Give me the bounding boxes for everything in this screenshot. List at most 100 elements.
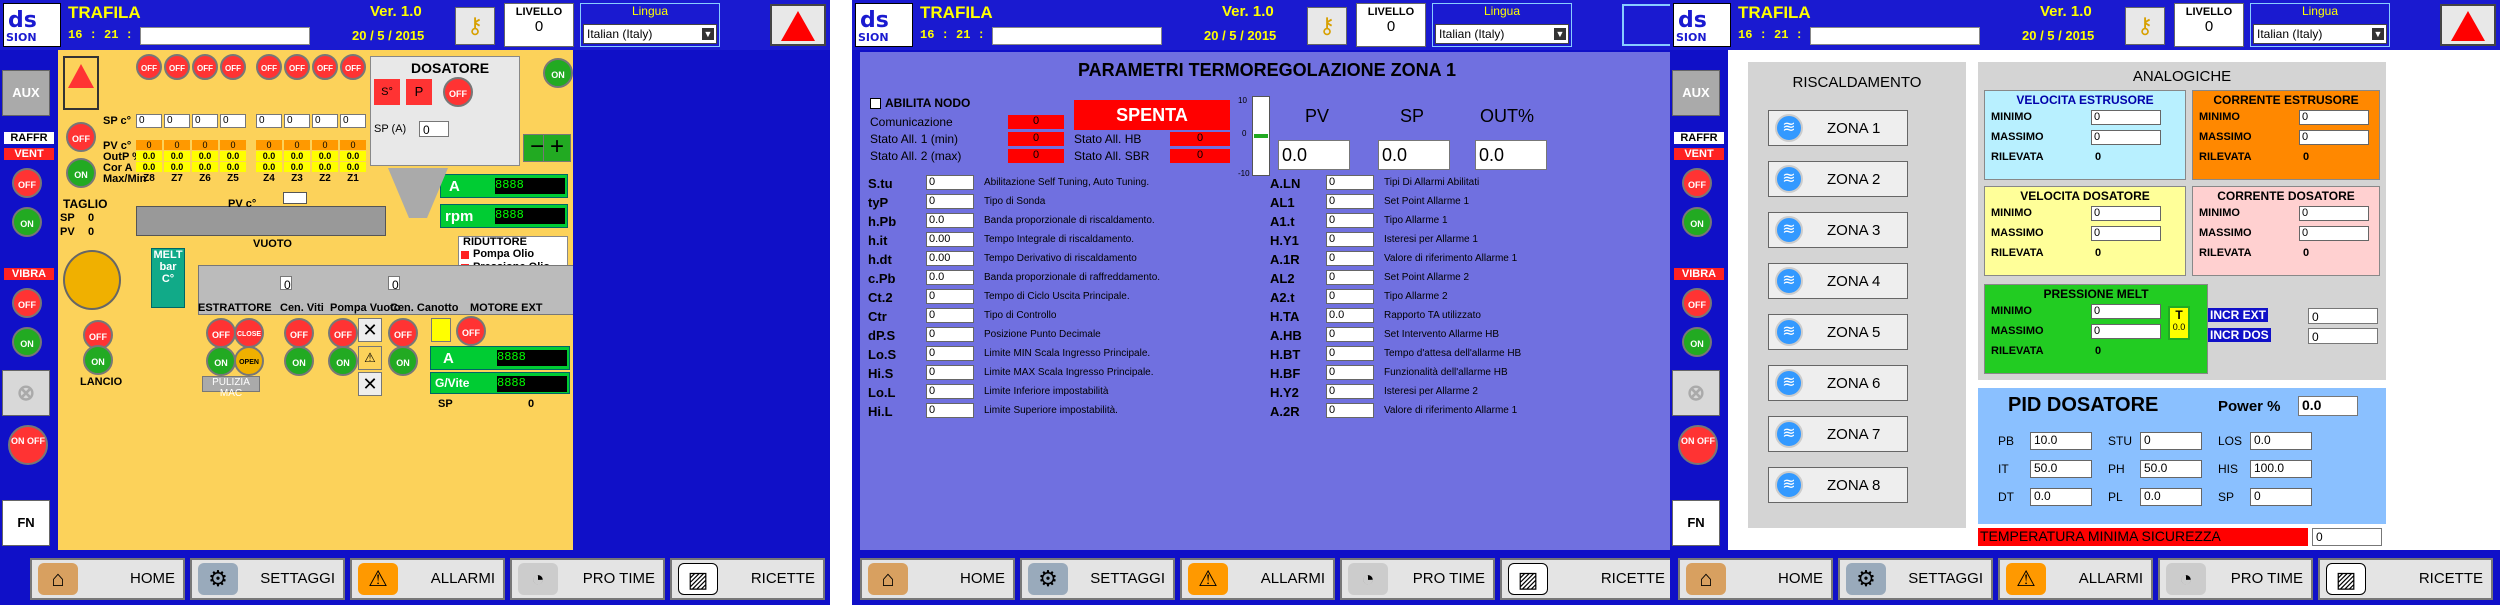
param-input[interactable]: 0 [1326,270,1374,285]
pid-param-input[interactable]: 50.0 [2030,460,2092,478]
vent-off-button[interactable]: OFF [1682,168,1712,198]
param-input[interactable]: 0 [1326,384,1374,399]
param-input[interactable]: 0 [1326,251,1374,266]
zone-sp-input[interactable]: 0 [136,114,162,128]
analog-minimo-input[interactable]: 0 [2091,110,2161,125]
param-input[interactable]: 0.0 [1326,308,1374,323]
vuoto-on-button[interactable]: ON [328,346,358,376]
s-button[interactable]: S° [374,79,400,105]
settaggi-button[interactable]: ⚙ SETTAGGI [1838,558,1993,600]
vent-off-button[interactable]: OFF [12,168,42,198]
analog-massimo-input[interactable]: 0 [2299,130,2369,145]
analog-massimo-input[interactable]: 0 [2091,130,2161,145]
taglio-off-button[interactable]: OFF [66,122,96,152]
analog-massimo-input[interactable]: 0 [2299,226,2369,241]
analog-massimo-input[interactable]: 0 [2091,324,2161,339]
pro-time-button[interactable]: ◔ PRO TIME [510,558,665,600]
vibra-on-button[interactable]: ON [12,327,42,357]
zone-button[interactable]: ≋ ZONA 7 [1768,416,1908,452]
zone-button[interactable]: ≋ ZONA 5 [1768,314,1908,350]
analog-minimo-input[interactable]: 0 [2091,206,2161,221]
zone-sp-input[interactable]: 0 [284,114,310,128]
fn-button[interactable]: FN [2,500,50,546]
param-input[interactable]: 0 [926,346,974,361]
disable-icon[interactable]: ✕ [358,318,382,342]
allarmi-button[interactable]: ⚠ ALLARMI [350,558,505,600]
param-input[interactable]: 0 [1326,194,1374,209]
cen-viti-on-button[interactable]: ON [284,346,314,376]
key-icon[interactable]: ⚷ [455,7,495,45]
home-button[interactable]: ⌂ HOME [30,558,185,600]
on-off-button[interactable]: ON OFF [1678,425,1718,465]
lancio-on-button[interactable]: ON [83,345,113,375]
open-button[interactable]: OPEN [234,346,264,376]
key-icon[interactable]: ⚷ [1307,7,1347,45]
temp-min-input[interactable]: 0 [2312,528,2382,546]
vuoto-off-button[interactable]: OFF [328,318,358,348]
pid-param-input[interactable]: 0 [2250,488,2312,506]
fn-button[interactable]: FN [1672,500,1720,546]
allarmi-button[interactable]: ⚠ ALLARMI [1998,558,2153,600]
param-input[interactable]: 0 [1326,346,1374,361]
pid-param-input[interactable]: 0.0 [2250,432,2312,450]
zone-off-button[interactable]: OFF [256,54,282,80]
zone-off-button[interactable]: OFF [136,54,162,80]
param-input[interactable]: 0 [1326,289,1374,304]
mold-on-button[interactable]: ON [206,346,236,376]
close-button[interactable]: CLOSE [234,318,264,348]
vibra-on-button[interactable]: ON [1682,327,1712,357]
home-button[interactable]: ⌂ HOME [1678,558,1833,600]
pid-param-input[interactable]: 0.0 [2140,488,2202,506]
param-input[interactable]: 0 [926,327,974,342]
param-input[interactable]: 0 [926,384,974,399]
pulizia-mac-button[interactable]: PULIZIA MAC [202,376,260,399]
zone-off-button[interactable]: OFF [340,54,366,80]
alarm-button[interactable] [2440,4,2496,46]
param-input[interactable]: 0 [926,365,974,380]
taglio-on-button[interactable]: ON [66,158,96,188]
settaggi-button[interactable]: ⚙ SETTAGGI [190,558,345,600]
canotto-on-button[interactable]: ON [388,346,418,376]
zone-button[interactable]: ≋ ZONA 3 [1768,212,1908,248]
mute-icon[interactable]: ⊗ [2,370,50,416]
pro-time-button[interactable]: ◔ PRO TIME [1340,558,1495,600]
zone-button[interactable]: ≋ ZONA 8 [1768,467,1908,503]
zone-off-button[interactable]: OFF [192,54,218,80]
param-input[interactable]: 0 [1326,403,1374,418]
mold-off-button[interactable]: OFF [206,318,236,348]
ricette-button[interactable]: ▨ RICETTE [1500,558,1675,600]
pid-param-input[interactable]: 100.0 [2250,460,2312,478]
param-input[interactable]: 0.00 [926,251,974,266]
zone-off-button[interactable]: OFF [164,54,190,80]
pid-param-input[interactable]: 0.0 [2030,488,2092,506]
incr-dos-input[interactable]: 0 [2308,328,2378,344]
alarm-button[interactable] [770,4,826,46]
param-input[interactable]: 0 [1326,327,1374,342]
mute-icon[interactable]: ⊗ [1672,370,1720,416]
pid-param-input[interactable]: 0 [2140,432,2202,450]
motore-ext-off-button[interactable]: OFF [456,316,486,346]
param-input[interactable]: 0 [1326,232,1374,247]
zone-off-button[interactable]: OFF [312,54,338,80]
incr-ext-input[interactable]: 0 [2308,308,2378,324]
language-select[interactable]: Italian (Italy) ▼ [583,24,717,44]
ricette-button[interactable]: ▨ RICETTE [670,558,825,600]
zone-sp-input[interactable]: 0 [220,114,246,128]
key-icon[interactable]: ⚷ [2125,7,2165,45]
canotto-off-button[interactable]: OFF [388,318,418,348]
param-input[interactable]: 0 [926,308,974,323]
disable-icon-2[interactable]: ✕ [358,372,382,396]
dosatore-on-button[interactable]: ON [543,58,573,88]
cen-viti-off-button[interactable]: OFF [284,318,314,348]
on-off-button[interactable]: ON OFF [8,425,48,465]
vent-on-button[interactable]: ON [1682,207,1712,237]
analog-minimo-input[interactable]: 0 [2091,304,2161,319]
abilita-checkbox[interactable] [870,98,881,109]
language-select[interactable]: Italian (Italy) ▼ [2253,24,2387,44]
param-input[interactable]: 0.0 [926,213,974,228]
settaggi-button[interactable]: ⚙ SETTAGGI [1020,558,1175,600]
param-input[interactable]: 0 [926,289,974,304]
zone-sp-input[interactable]: 0 [256,114,282,128]
pid-param-input[interactable]: 10.0 [2030,432,2092,450]
zone-sp-input[interactable]: 0 [312,114,338,128]
